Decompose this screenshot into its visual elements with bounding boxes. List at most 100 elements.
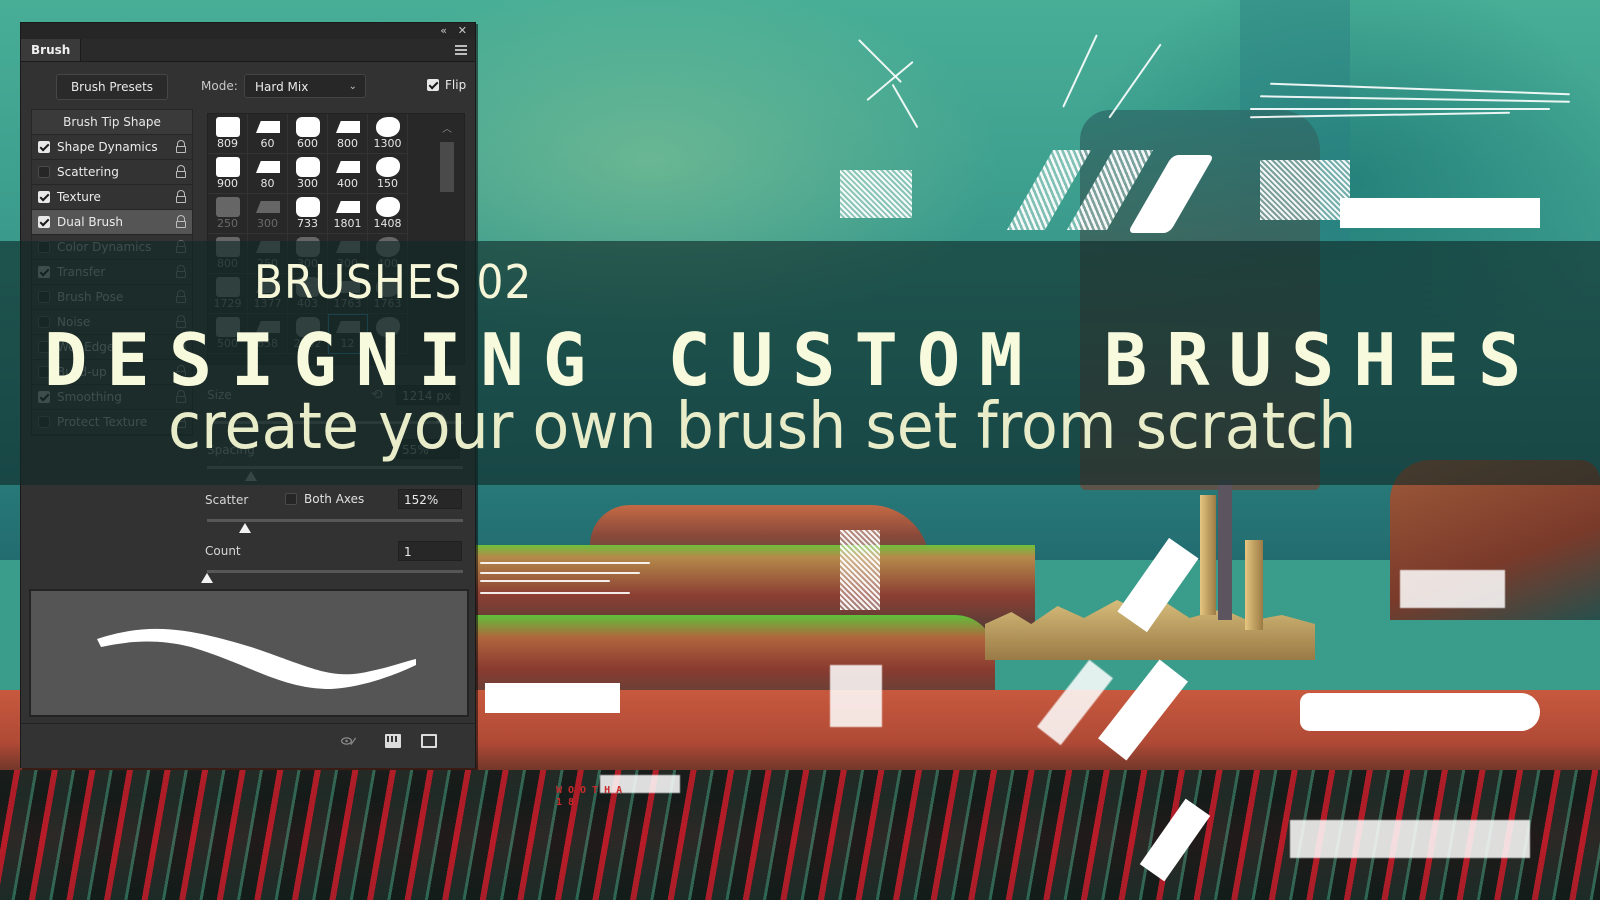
brush-tip-preset[interactable]: 80 [248,154,288,194]
count-slider-track[interactable] [207,570,463,573]
brush-tip-size: 900 [217,177,238,190]
both-axes-label: Both Axes [304,492,365,506]
lock-icon[interactable] [176,140,186,153]
scrollbar-thumb[interactable] [440,142,454,192]
sidebar-item-brush-tip-shape[interactable]: Brush Tip Shape [32,110,192,135]
count-input[interactable]: 1 [398,541,462,561]
brush-tip-size: 800 [337,137,358,150]
brush-tip-preset[interactable]: 150 [368,154,408,194]
brush-tip-preset[interactable]: 600 [288,114,328,154]
brush-tip-size: 600 [297,137,318,150]
checkbox-icon[interactable] [285,493,297,505]
brush-stroke-sample [1290,820,1530,858]
chevron-down-icon: ⌄ [348,81,357,92]
signature-line: WOOTHA [556,785,629,796]
collapse-panel-icon[interactable]: « [440,24,447,37]
brush-stroke-sample [830,665,882,727]
brush-tip-preset[interactable]: 300 [248,194,288,234]
lock-icon[interactable] [176,215,186,228]
tab-brush[interactable]: Brush [21,39,82,61]
stroke-preview-graphic [97,628,416,689]
sidebar-item-scattering[interactable]: Scattering [32,160,192,185]
brush-tip-preset[interactable]: 400 [328,154,368,194]
mode-select[interactable]: Hard Mix ⌄ [244,74,366,98]
brush-tip-thumbnail [256,201,280,213]
lock-icon[interactable] [176,190,186,203]
lock-icon[interactable] [176,165,186,178]
brush-tip-preset[interactable]: 809 [208,114,248,154]
close-icon[interactable]: ✕ [458,24,467,37]
brush-tip-preset[interactable]: 1801 [328,194,368,234]
panel-footer [21,723,475,768]
series-title: BRUSHES 02 [254,255,533,309]
brush-tip-preset[interactable]: 300 [288,154,328,194]
checkbox-icon[interactable] [38,141,50,153]
brush-tip-preset[interactable]: 1408 [368,194,408,234]
brush-tip-size: 60 [260,137,275,150]
panel-tabbar: Brush [21,39,475,62]
brush-tip-size: 300 [257,217,278,230]
brush-tip-thumbnail [336,121,360,133]
hair-stroke [1250,108,1550,110]
both-axes-checkbox[interactable]: Both Axes [285,492,364,506]
panel-menu-icon[interactable] [455,45,467,55]
brush-stroke-sample [1340,198,1540,228]
brush-tip-size: 809 [217,137,238,150]
signature-line: 18 [556,797,581,808]
brush-tip-thumbnail [336,161,360,173]
brush-tip-size: 250 [217,217,238,230]
brush-stroke-sample [840,530,880,610]
brush-tip-preset[interactable]: 733 [288,194,328,234]
brush-tip-size: 1801 [333,217,362,230]
tower [1218,480,1232,620]
brush-tip-size: 300 [297,177,318,190]
brush-tip-size: 80 [260,177,275,190]
count-slider-thumb[interactable] [201,573,213,583]
brush-tip-thumbnail [296,197,320,217]
checkbox-icon[interactable] [427,79,439,91]
brush-tip-thumbnail [216,197,240,217]
brush-tip-size: 1300 [373,137,402,150]
brush-tip-preset[interactable]: 60 [248,114,288,154]
tower [1200,495,1216,615]
brush-grid-icon[interactable] [385,734,401,748]
eye-brush-icon[interactable] [341,734,357,748]
brush-stroke-sample [1260,160,1350,220]
artist-signature: WOOTHA 18 [556,785,628,809]
sidebar-item-texture[interactable]: Texture [32,185,192,210]
mode-value: Hard Mix [255,80,309,94]
hair-stroke [480,572,640,574]
scatter-slider-track[interactable] [207,519,463,522]
hair-stroke [480,592,630,594]
panel-titlebar[interactable]: « ✕ [21,23,475,39]
count-label: Count [205,544,241,558]
scroll-up-icon[interactable]: ︿ [442,120,452,135]
brush-tip-preset[interactable]: 1300 [368,114,408,154]
scatter-slider-thumb[interactable] [239,523,251,533]
brush-tip-thumbnail [296,117,320,137]
mode-label: Mode: [201,79,238,93]
hair-stroke [480,562,650,564]
checkbox-icon[interactable] [38,166,50,178]
brush-tip-thumbnail [216,117,240,137]
brush-stroke-preview [29,589,469,717]
brush-tip-size: 1408 [373,217,402,230]
brush-tip-preset[interactable]: 800 [328,114,368,154]
brush-tip-thumbnail [376,197,400,217]
hair-stroke [480,580,610,582]
brush-tip-preset[interactable]: 250 [208,194,248,234]
sidebar-item-shape-dynamics[interactable]: Shape Dynamics [32,135,192,160]
brush-presets-button[interactable]: Brush Presets [56,74,168,100]
flip-label: Flip [445,78,467,92]
flip-checkbox[interactable]: Flip [427,78,466,92]
sidebar-item-dual-brush[interactable]: Dual Brush [32,210,192,235]
checkbox-icon[interactable] [38,216,50,228]
brush-tip-preset[interactable]: 900 [208,154,248,194]
checkbox-icon[interactable] [38,191,50,203]
brush-tip-thumbnail [376,117,400,137]
new-brush-icon[interactable] [421,734,437,748]
brush-tip-thumbnail [256,161,280,173]
scatter-input[interactable]: 152% [398,489,462,509]
scatter-label: Scatter [205,493,249,507]
tagline: create your own brush set from scratch [168,390,1357,464]
